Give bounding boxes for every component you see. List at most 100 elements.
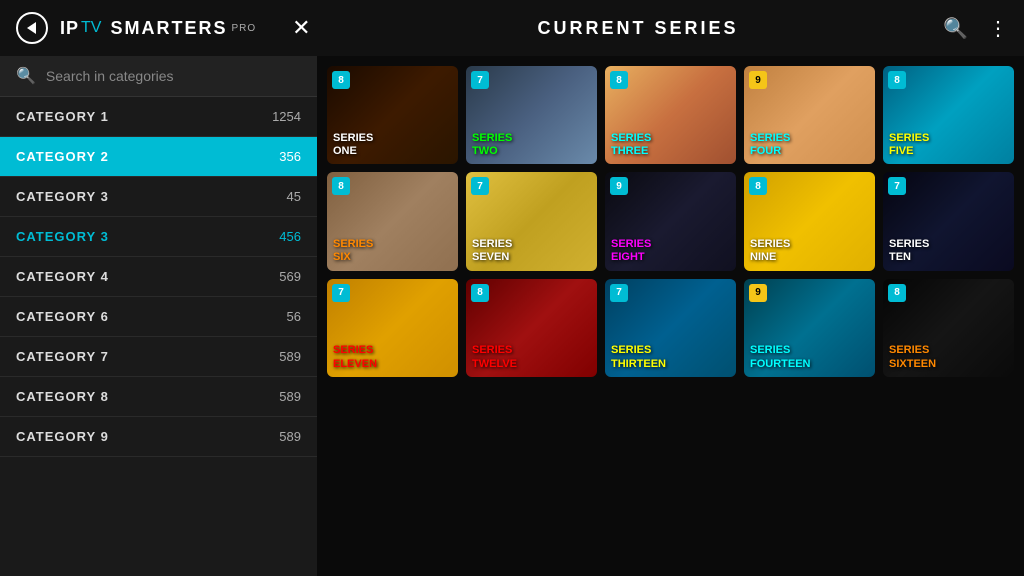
card-title: SERIESFOURTEEN (750, 344, 869, 370)
series-card[interactable]: 7 SERIESSEVEN (466, 172, 597, 270)
series-card[interactable]: 8 SERIESNINE (744, 172, 875, 270)
card-badge: 7 (332, 284, 350, 302)
card-background: 9SERIESFOUR (744, 66, 875, 164)
series-card[interactable]: 8SERIESFIVE (883, 66, 1014, 164)
series-card[interactable]: 9SERIESFOURTEEN (744, 279, 875, 377)
category-count: 456 (279, 229, 301, 244)
category-item[interactable]: CATEGORY 11254 (0, 97, 317, 137)
search-input[interactable] (46, 68, 301, 84)
card-title-line1: SERIES (611, 238, 730, 251)
card-title: SERIESFIVE (889, 132, 1008, 158)
card-title-line2: ELEVEN (333, 358, 452, 371)
card-title: SERIESNINE (750, 238, 869, 264)
card-title: SERIESONE (333, 132, 452, 158)
category-item[interactable]: CATEGORY 7589 (0, 337, 317, 377)
series-card[interactable]: 9SERIESEIGHT (605, 172, 736, 270)
category-item[interactable]: CATEGORY 656 (0, 297, 317, 337)
card-title: SERIESEIGHT (611, 238, 730, 264)
series-card[interactable]: 9SERIESFOUR (744, 66, 875, 164)
category-count: 569 (279, 269, 301, 284)
card-badge: 8 (610, 71, 628, 89)
card-title-line2: FIVE (889, 145, 1008, 158)
card-title-line2: TEN (889, 251, 1008, 264)
more-icon-button[interactable]: ⋮ (988, 16, 1008, 41)
series-card[interactable]: 7SERIESTEN (883, 172, 1014, 270)
series-card[interactable]: 8SERIESTHREE (605, 66, 736, 164)
card-title: SERIESTEN (889, 238, 1008, 264)
category-count: 356 (279, 149, 301, 164)
card-background: 9SERIESFOURTEEN (744, 279, 875, 377)
category-item[interactable]: CATEGORY 345 (0, 177, 317, 217)
series-card[interactable]: 8 SERIESONE (327, 66, 458, 164)
category-item[interactable]: CATEGORY 8 589 (0, 377, 317, 417)
card-title: SERIESSIX (333, 238, 452, 264)
category-item[interactable]: CATEGORY 4 569 (0, 257, 317, 297)
card-badge: 8 (749, 177, 767, 195)
card-title-line1: SERIES (750, 238, 869, 251)
category-name: CATEGORY 3 (16, 229, 109, 244)
card-title: SERIESTHIRTEEN (611, 344, 730, 370)
card-title: SERIESFOUR (750, 132, 869, 158)
category-count: 589 (279, 389, 301, 404)
card-title-line1: SERIES (611, 132, 730, 145)
series-card[interactable]: 8SERIESSIX (327, 172, 458, 270)
series-card[interactable]: 7SERIESTWO (466, 66, 597, 164)
card-badge: 8 (332, 71, 350, 89)
page-title: CURRENT SERIES (333, 18, 943, 39)
category-item[interactable]: CATEGORY 3 456 (0, 217, 317, 257)
category-count: 56 (287, 309, 301, 324)
content-area: 8SERIESONE7SERIESTWO8SERIESTHREE9SERIESF… (317, 56, 1024, 576)
card-title-line1: SERIES (472, 238, 591, 251)
card-title-line2: NINE (750, 251, 869, 264)
card-background: 8SERIESSIX (327, 172, 458, 270)
close-button[interactable]: ✕ (292, 15, 310, 41)
card-background: 9SERIESEIGHT (605, 172, 736, 270)
card-badge: 8 (471, 284, 489, 302)
category-name: CATEGORY 9 (16, 429, 109, 444)
card-background: 8SERIESTHREE (605, 66, 736, 164)
category-item[interactable]: CATEGORY 9 589 (0, 417, 317, 457)
series-card[interactable]: 8SERIESSIXTEEN (883, 279, 1014, 377)
series-card[interactable]: 7 SERIESELEVEN (327, 279, 458, 377)
category-name: CATEGORY 8 (16, 389, 109, 404)
card-background: 7 SERIESSEVEN (466, 172, 597, 270)
card-title: SERIESSEVEN (472, 238, 591, 264)
card-background: 8 SERIESONE (327, 66, 458, 164)
card-background: 8 SERIESNINE (744, 172, 875, 270)
card-title-line1: SERIES (750, 132, 869, 145)
search-icon-button[interactable]: 🔍 (943, 16, 968, 41)
card-title: SERIESTWO (472, 132, 591, 158)
header-left: IPTV SMARTERS PRO ✕ (16, 12, 333, 44)
back-arrow-icon (27, 22, 36, 34)
category-name: CATEGORY 4 (16, 269, 109, 284)
series-card[interactable]: 7SERIESTHIRTEEN (605, 279, 736, 377)
category-count: 589 (279, 429, 301, 444)
card-title-line1: SERIES (889, 238, 1008, 251)
back-button[interactable] (16, 12, 48, 44)
category-item[interactable]: CATEGORY 2356 (0, 137, 317, 177)
card-title-line1: SERIES (472, 132, 591, 145)
logo-pro: PRO (231, 23, 256, 34)
card-badge: 7 (471, 177, 489, 195)
sidebar-search-bar[interactable]: 🔍 (0, 56, 317, 97)
card-background: 8SERIESTWELVE (466, 279, 597, 377)
series-card[interactable]: 8SERIESTWELVE (466, 279, 597, 377)
card-title-line2: SIXTEEN (889, 358, 1008, 371)
card-title-line2: TWELVE (472, 358, 591, 371)
card-title: SERIESELEVEN (333, 344, 452, 370)
card-title-line1: SERIES (889, 132, 1008, 145)
header: IPTV SMARTERS PRO ✕ CURRENT SERIES 🔍 ⋮ (0, 0, 1024, 56)
category-count: 45 (287, 189, 301, 204)
card-title-line1: SERIES (611, 344, 730, 357)
card-title-line1: SERIES (333, 344, 452, 357)
card-title-line1: SERIES (750, 344, 869, 357)
category-count: 589 (279, 349, 301, 364)
card-title-line2: SIX (333, 251, 452, 264)
series-grid: 8SERIESONE7SERIESTWO8SERIESTHREE9SERIESF… (327, 66, 1014, 377)
card-background: 7SERIESTEN (883, 172, 1014, 270)
card-title-line2: EIGHT (611, 251, 730, 264)
main-content: 🔍 CATEGORY 11254CATEGORY 2356CATEGORY 34… (0, 56, 1024, 576)
category-name: CATEGORY 1 (16, 109, 109, 124)
sidebar: 🔍 CATEGORY 11254CATEGORY 2356CATEGORY 34… (0, 56, 317, 576)
logo: IPTV SMARTERS PRO (60, 18, 256, 39)
